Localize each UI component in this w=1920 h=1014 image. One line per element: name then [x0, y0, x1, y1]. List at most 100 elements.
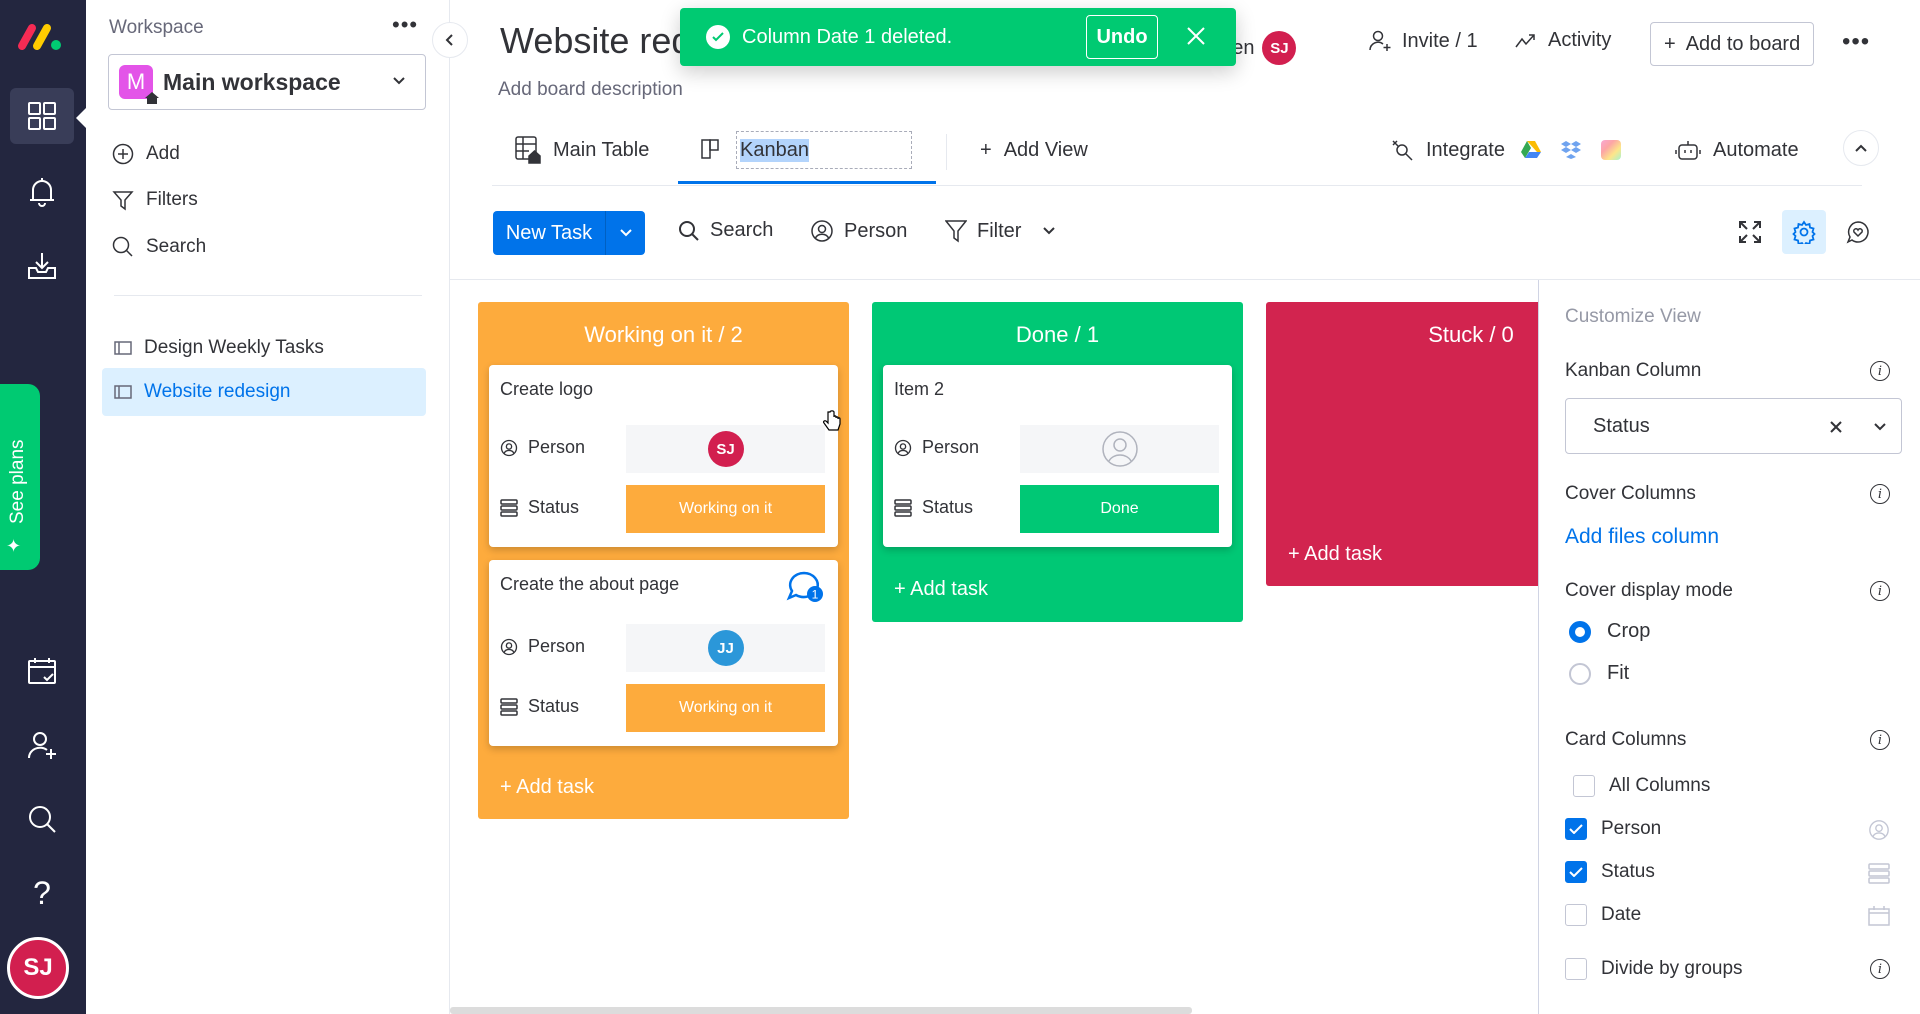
view-settings-button[interactable] [1782, 210, 1826, 254]
radio-fit[interactable]: Fit [1569, 662, 1629, 685]
checkbox-status[interactable]: Status [1565, 861, 1655, 883]
status-icon [1868, 863, 1890, 884]
workspace-more-button[interactable]: ••• [392, 12, 418, 38]
checkbox [1565, 904, 1587, 926]
kanban-card[interactable]: Create the about page 1 Person JJ Status… [489, 560, 838, 746]
workspace-panel: Workspace ••• M Main workspace Add Filte… [86, 0, 450, 1014]
add-to-board-label: Add to board [1685, 32, 1801, 55]
add-files-column-link[interactable]: Add files column [1565, 525, 1719, 549]
kanban-column-select[interactable]: Status [1565, 398, 1902, 454]
board-more-button[interactable]: ••• [1842, 28, 1870, 56]
info-icon[interactable]: i [1870, 361, 1890, 381]
info-icon[interactable]: i [1870, 959, 1890, 979]
workspace-search-button[interactable]: Search [112, 236, 206, 258]
nav-inbox[interactable] [10, 238, 74, 294]
chevron-down-icon[interactable] [1872, 421, 1888, 433]
check-circle-icon [706, 25, 730, 49]
add-label: Add [146, 143, 180, 164]
add-user-icon [1369, 30, 1391, 51]
add-task-button[interactable]: + Add task [894, 578, 988, 601]
search-button[interactable]: Search [678, 219, 773, 242]
invite-button[interactable]: Invite / 1 [1368, 29, 1478, 53]
column-title: Working on it / 2 [584, 322, 743, 347]
user-avatar[interactable]: SJ [7, 937, 69, 999]
add-task-button[interactable]: + Add task [1288, 543, 1382, 566]
board-name: Design Weekly Tasks [144, 337, 324, 358]
field-label: Status [528, 497, 580, 517]
person-icon [1869, 820, 1889, 840]
checkbox-date[interactable]: Date [1565, 904, 1641, 926]
kanban-tab-name-input[interactable]: Kanban [736, 131, 912, 169]
add-task-button[interactable]: + Add task [500, 776, 594, 799]
plus-icon: + [1664, 32, 1676, 55]
nav-search[interactable] [10, 791, 74, 847]
workspace-selector[interactable]: M Main workspace [108, 54, 426, 110]
feedback-button[interactable] [1846, 220, 1870, 244]
workspace-add-button[interactable]: Add [112, 143, 180, 165]
info-icon[interactable]: i [1870, 484, 1890, 504]
nav-invite-members[interactable] [10, 717, 74, 773]
person-filter-button[interactable]: Person [810, 219, 907, 243]
avatar-initials: SJ [1270, 39, 1289, 57]
automate-button[interactable]: Automate [1675, 130, 1799, 170]
add-view-button[interactable]: + Add View [980, 130, 1088, 170]
sparkle-icon: ✦ [6, 536, 22, 556]
filters-label: Filters [146, 189, 198, 210]
new-task-button[interactable]: New Task [493, 211, 645, 255]
integrate-label: Integrate [1426, 138, 1505, 161]
new-task-dropdown[interactable] [606, 211, 645, 255]
automate-label: Automate [1713, 138, 1799, 161]
monday-logo[interactable] [16, 22, 64, 52]
fullscreen-button[interactable] [1738, 220, 1762, 244]
horizontal-scrollbar[interactable] [450, 1007, 1192, 1014]
comment-icon[interactable]: 1 [786, 570, 826, 604]
tab-kanban[interactable]: Kanban [700, 130, 912, 170]
person-cell[interactable]: SJ [626, 425, 825, 473]
integrate-button[interactable]: Integrate [1390, 130, 1505, 170]
integration-apps[interactable] [1512, 130, 1630, 170]
expand-icon [1739, 221, 1761, 243]
status-cell[interactable]: Working on it [626, 684, 825, 732]
collapse-sidebar-button[interactable] [432, 22, 468, 58]
workspace-filters-button[interactable]: Filters [112, 189, 198, 211]
filter-dropdown[interactable] [1042, 226, 1056, 236]
board-title[interactable]: Website red [500, 20, 691, 62]
kanban-card[interactable]: Item 2 Person Status Done [883, 365, 1232, 547]
status-label: Done [1100, 500, 1139, 517]
board-description[interactable]: Add board description [498, 79, 683, 101]
tab-main-table[interactable]: Main Table [515, 130, 649, 170]
collapse-header-button[interactable] [1843, 130, 1879, 166]
radio-button-selected [1569, 620, 1591, 643]
person-cell[interactable]: JJ [626, 624, 825, 672]
radio-label: Crop [1607, 620, 1651, 642]
activity-button[interactable]: Activity [1514, 29, 1611, 52]
radio-crop[interactable]: Crop [1569, 620, 1650, 643]
toast-undo-button[interactable]: Undo [1086, 15, 1158, 59]
nav-workspaces[interactable] [10, 88, 74, 144]
field-label: Person [528, 437, 586, 457]
active-tab-indicator [678, 181, 936, 184]
kanban-card[interactable]: Create logo Person SJ Status Working on … [489, 365, 838, 547]
person-cell[interactable] [1020, 425, 1219, 473]
close-icon[interactable] [1184, 24, 1208, 48]
chevron-down-icon [393, 77, 405, 85]
board-item-design-weekly-tasks[interactable]: Design Weekly Tasks [102, 324, 426, 372]
checkbox-divide-by-groups[interactable]: Divide by groups [1565, 958, 1743, 980]
add-to-board-button[interactable]: + Add to board [1650, 22, 1815, 66]
clear-icon[interactable] [1828, 419, 1844, 435]
card-name: Create logo [500, 379, 594, 399]
nav-my-work[interactable] [10, 643, 74, 699]
column-title: Done / 1 [1015, 322, 1100, 347]
status-cell[interactable]: Done [1020, 485, 1219, 533]
checkbox-all-columns[interactable]: All Columns [1573, 775, 1710, 797]
checkbox-person[interactable]: Person [1565, 818, 1661, 840]
filter-button[interactable]: Filter [945, 219, 1021, 243]
status-cell[interactable]: Working on it [626, 485, 825, 533]
avatar-initials: JJ [717, 639, 734, 657]
nav-notifications[interactable] [10, 164, 74, 220]
board-item-website-redesign[interactable]: Website redesign [102, 368, 426, 416]
info-icon[interactable]: i [1870, 730, 1890, 750]
info-icon[interactable]: i [1870, 581, 1890, 601]
nav-help[interactable]: ? [10, 865, 74, 921]
see-plans-button[interactable]: See plans ✦ [0, 384, 40, 570]
